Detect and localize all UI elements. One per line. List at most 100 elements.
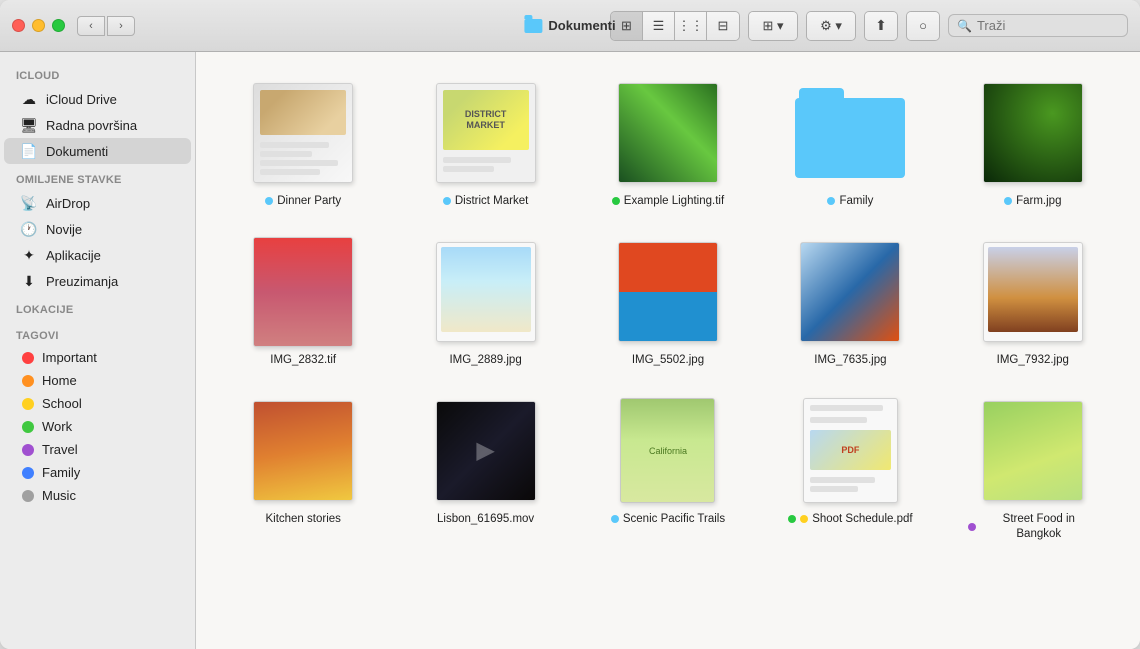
sidebar-item-label: Dokumenti: [46, 144, 108, 159]
file-label: IMG_2832.tif: [270, 353, 336, 368]
work-tag-dot: [22, 421, 34, 433]
file-item-kitchen-stories[interactable]: Kitchen stories: [216, 390, 390, 548]
sidebar-tag-label: Family: [42, 465, 80, 480]
file-label: IMG_5502.jpg: [632, 353, 704, 368]
airdrop-icon: 📡: [20, 194, 38, 212]
search-input[interactable]: [977, 18, 1119, 33]
sidebar-tag-label: Work: [42, 419, 72, 434]
sidebar-tag-music[interactable]: Music: [4, 484, 191, 507]
file-thumb-scenic-pacific: California: [603, 396, 733, 506]
finder-window: ‹ › Dokumenti ⊞ ☰ ⋮⋮ ⊟ ⊞ ▾ ⚙ ▾ ⬆ ○: [0, 0, 1140, 649]
image-preview: [436, 242, 536, 342]
maximize-button[interactable]: [52, 19, 65, 32]
view-list-button[interactable]: ☰: [643, 12, 675, 40]
file-label: Scenic Pacific Trails: [611, 512, 725, 527]
icloud-drive-icon: ☁: [20, 90, 38, 108]
file-label: Example Lighting.tif: [612, 194, 724, 209]
file-label: Lisbon_61695.mov: [437, 512, 534, 527]
file-item-img-5502[interactable]: IMG_5502.jpg: [581, 231, 755, 374]
window-title: Dokumenti: [524, 18, 615, 33]
sidebar-item-label: iCloud Drive: [46, 92, 117, 107]
file-thumb-example-lighting: [603, 78, 733, 188]
label-dot: [612, 197, 620, 205]
tags-section-label: Tagovi: [0, 320, 195, 346]
favorites-section-label: Omiljene stavke: [0, 164, 195, 190]
toolbar-buttons: ⊞ ☰ ⋮⋮ ⊟ ⊞ ▾ ⚙ ▾ ⬆ ○ 🔍: [610, 11, 1128, 41]
file-thumb-img-7635: [785, 237, 915, 347]
action-button[interactable]: ⚙ ▾: [807, 12, 855, 40]
sidebar-item-downloads[interactable]: ⬇ Preuzimanja: [4, 268, 191, 294]
label-dot: [827, 197, 835, 205]
file-thumb-img-2889: [421, 237, 551, 347]
file-item-example-lighting[interactable]: Example Lighting.tif: [581, 72, 755, 215]
sidebar-tag-work[interactable]: Work: [4, 415, 191, 438]
downloads-icon: ⬇: [20, 272, 38, 290]
label-dot: [611, 515, 619, 523]
file-name: Street Food in Bangkok: [980, 512, 1098, 542]
sidebar-tag-important[interactable]: Important: [4, 346, 191, 369]
file-item-scenic-pacific[interactable]: California Scenic Pacific Trails: [581, 390, 755, 548]
tag-button[interactable]: ○: [907, 12, 939, 40]
file-item-shoot-schedule[interactable]: PDF Shoot Schedule.pdf: [763, 390, 937, 548]
minimize-button[interactable]: [32, 19, 45, 32]
music-tag-dot: [22, 490, 34, 502]
back-button[interactable]: ‹: [77, 16, 105, 36]
file-name: IMG_5502.jpg: [632, 353, 704, 368]
sidebar-tag-school[interactable]: School: [4, 392, 191, 415]
recents-icon: 🕐: [20, 220, 38, 238]
file-item-img-2889[interactable]: IMG_2889.jpg: [398, 231, 572, 374]
file-item-dinner-party[interactable]: Dinner Party: [216, 72, 390, 215]
important-tag-dot: [22, 352, 34, 364]
home-tag-dot: [22, 375, 34, 387]
label-dot: [443, 197, 451, 205]
sidebar-item-label: Aplikacije: [46, 248, 101, 263]
sidebar-item-documents[interactable]: 📄 Dokumenti: [4, 138, 191, 164]
share-button-group: ⬆: [864, 11, 898, 41]
share-button[interactable]: ⬆: [865, 12, 897, 40]
file-item-img-2832[interactable]: IMG_2832.tif: [216, 231, 390, 374]
sidebar-item-recents[interactable]: 🕐 Novije: [4, 216, 191, 242]
sidebar-tag-label: Home: [42, 373, 77, 388]
sidebar-tag-family[interactable]: Family: [4, 461, 191, 484]
action-button-group: ⚙ ▾: [806, 11, 856, 41]
file-item-farm-jpg[interactable]: Farm.jpg: [946, 72, 1120, 215]
image-preview: [983, 83, 1083, 183]
view-grid-button[interactable]: ⊞: [611, 12, 643, 40]
file-item-lisbon-video[interactable]: ▶ Lisbon_61695.mov: [398, 390, 572, 548]
forward-button[interactable]: ›: [107, 16, 135, 36]
group-button-group: ⊞ ▾: [748, 11, 798, 41]
sidebar-item-label: Preuzimanja: [46, 274, 118, 289]
file-item-family-folder[interactable]: Family: [763, 72, 937, 215]
view-toggle-group: ⊞ ☰ ⋮⋮ ⊟: [610, 11, 740, 41]
desktop-icon: 🖥: [20, 116, 38, 134]
file-label: Street Food in Bangkok: [968, 512, 1098, 542]
sidebar-item-airdrop[interactable]: 📡 AirDrop: [4, 190, 191, 216]
close-button[interactable]: [12, 19, 25, 32]
file-item-district-market[interactable]: DISTRICTMARKET District Market: [398, 72, 572, 215]
file-item-img-7932[interactable]: IMG_7932.jpg: [946, 231, 1120, 374]
view-column-button[interactable]: ⋮⋮: [675, 12, 707, 40]
content-area: Dinner Party DISTRICTMARKET: [196, 52, 1140, 649]
sidebar-item-desktop[interactable]: 🖥 Radna površina: [4, 112, 191, 138]
file-thumb-district-market: DISTRICTMARKET: [421, 78, 551, 188]
file-item-img-7635[interactable]: IMG_7635.jpg: [763, 231, 937, 374]
sidebar-tag-travel[interactable]: Travel: [4, 438, 191, 461]
sidebar-item-icloud-drive[interactable]: ☁ iCloud Drive: [4, 86, 191, 112]
sidebar-tag-label: Music: [42, 488, 76, 503]
label-dot: [1004, 197, 1012, 205]
sidebar: iCloud ☁ iCloud Drive 🖥 Radna površina 📄…: [0, 52, 196, 649]
sidebar-tag-label: Travel: [42, 442, 78, 457]
sidebar-tag-label: School: [42, 396, 82, 411]
file-thumb-family-folder: [785, 78, 915, 188]
video-preview: ▶: [436, 401, 536, 501]
view-cover-button[interactable]: ⊟: [707, 12, 739, 40]
sidebar-item-label: AirDrop: [46, 196, 90, 211]
file-thumb-street-food: [968, 396, 1098, 506]
file-label: Shoot Schedule.pdf: [788, 512, 912, 527]
sidebar-item-applications[interactable]: ✦ Aplikacije: [4, 242, 191, 268]
document-preview: DISTRICTMARKET: [436, 83, 536, 183]
image-preview: [253, 237, 353, 347]
sidebar-tag-home[interactable]: Home: [4, 369, 191, 392]
group-button[interactable]: ⊞ ▾: [749, 12, 797, 40]
file-item-street-food[interactable]: Street Food in Bangkok: [946, 390, 1120, 548]
